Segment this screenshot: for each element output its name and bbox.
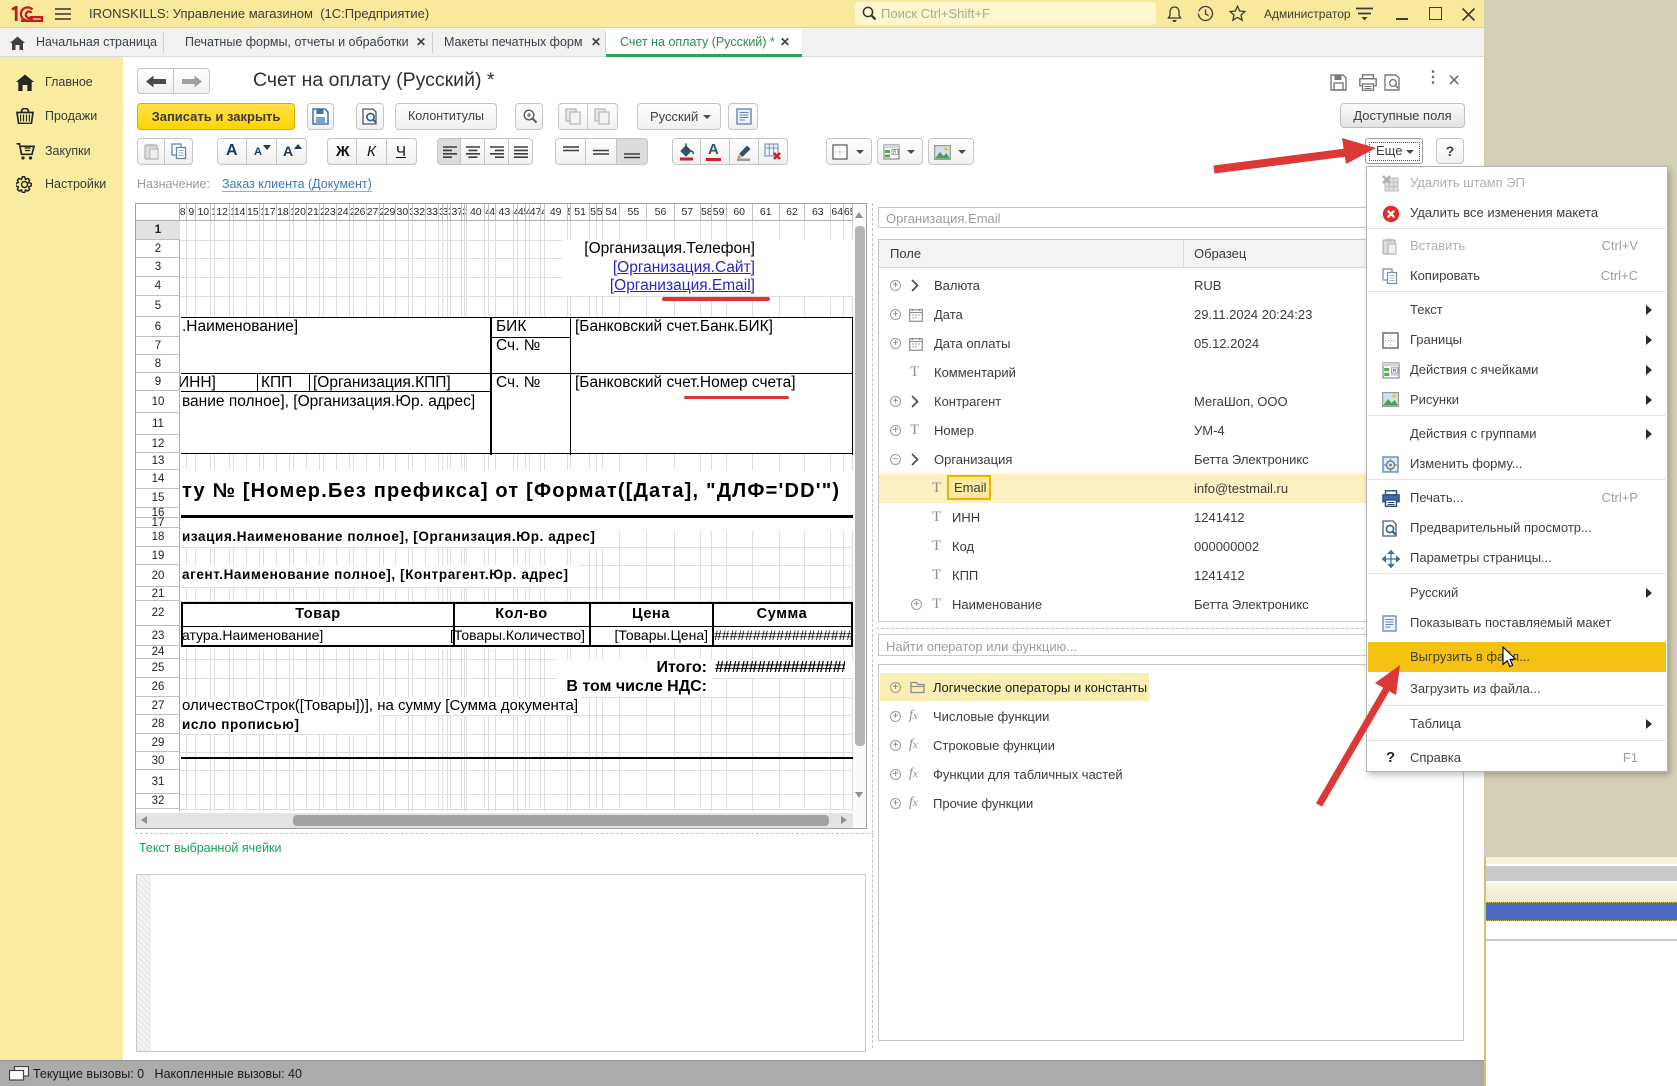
svg-text:R: R: [1393, 368, 1397, 374]
